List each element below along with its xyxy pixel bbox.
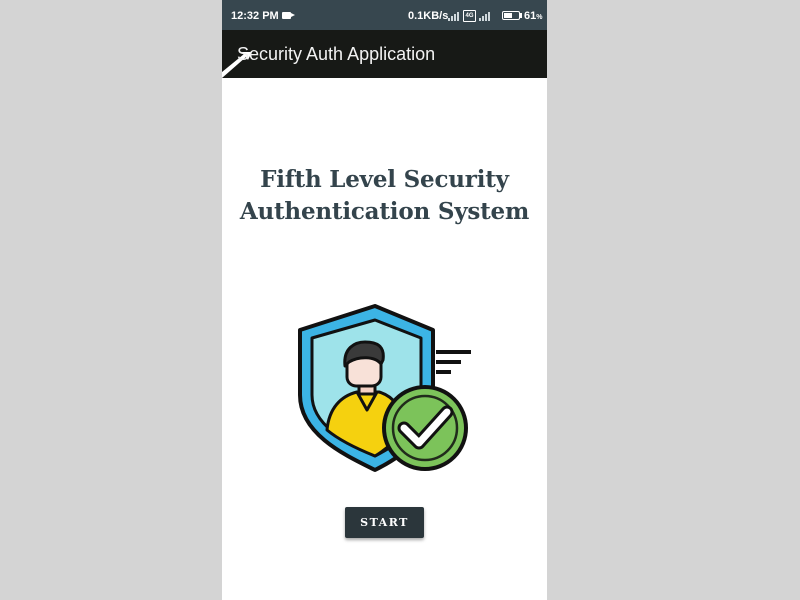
battery-tip [520, 13, 522, 18]
network-speed: 0.1KB/s [408, 10, 449, 22]
video-camera-icon [282, 12, 295, 19]
headline-line-1: Fifth Level Security [260, 166, 509, 193]
status-bar: 12:32 PM 0.1KB/s 4G 61% [222, 0, 547, 30]
battery-level [504, 13, 512, 18]
page-headline: Fifth Level Security Authentication Syst… [222, 164, 547, 228]
volte-icon: 4G [463, 10, 476, 22]
status-time: 12:32 PM [231, 10, 279, 22]
headline-line-2: Authentication System [239, 198, 530, 225]
battery-percent: 61% [524, 10, 543, 22]
battery-icon [502, 11, 520, 20]
app-title: Security Auth Application [237, 44, 436, 64]
start-button[interactable]: START [345, 507, 424, 538]
app-bar: Security Auth Application [222, 30, 547, 78]
shield-user-check-icon [298, 304, 471, 472]
signal-icon-2 [479, 11, 493, 21]
signal-icon [448, 11, 460, 21]
phone-screen: 12:32 PM 0.1KB/s 4G 61% Security Auth Ap… [222, 0, 547, 600]
